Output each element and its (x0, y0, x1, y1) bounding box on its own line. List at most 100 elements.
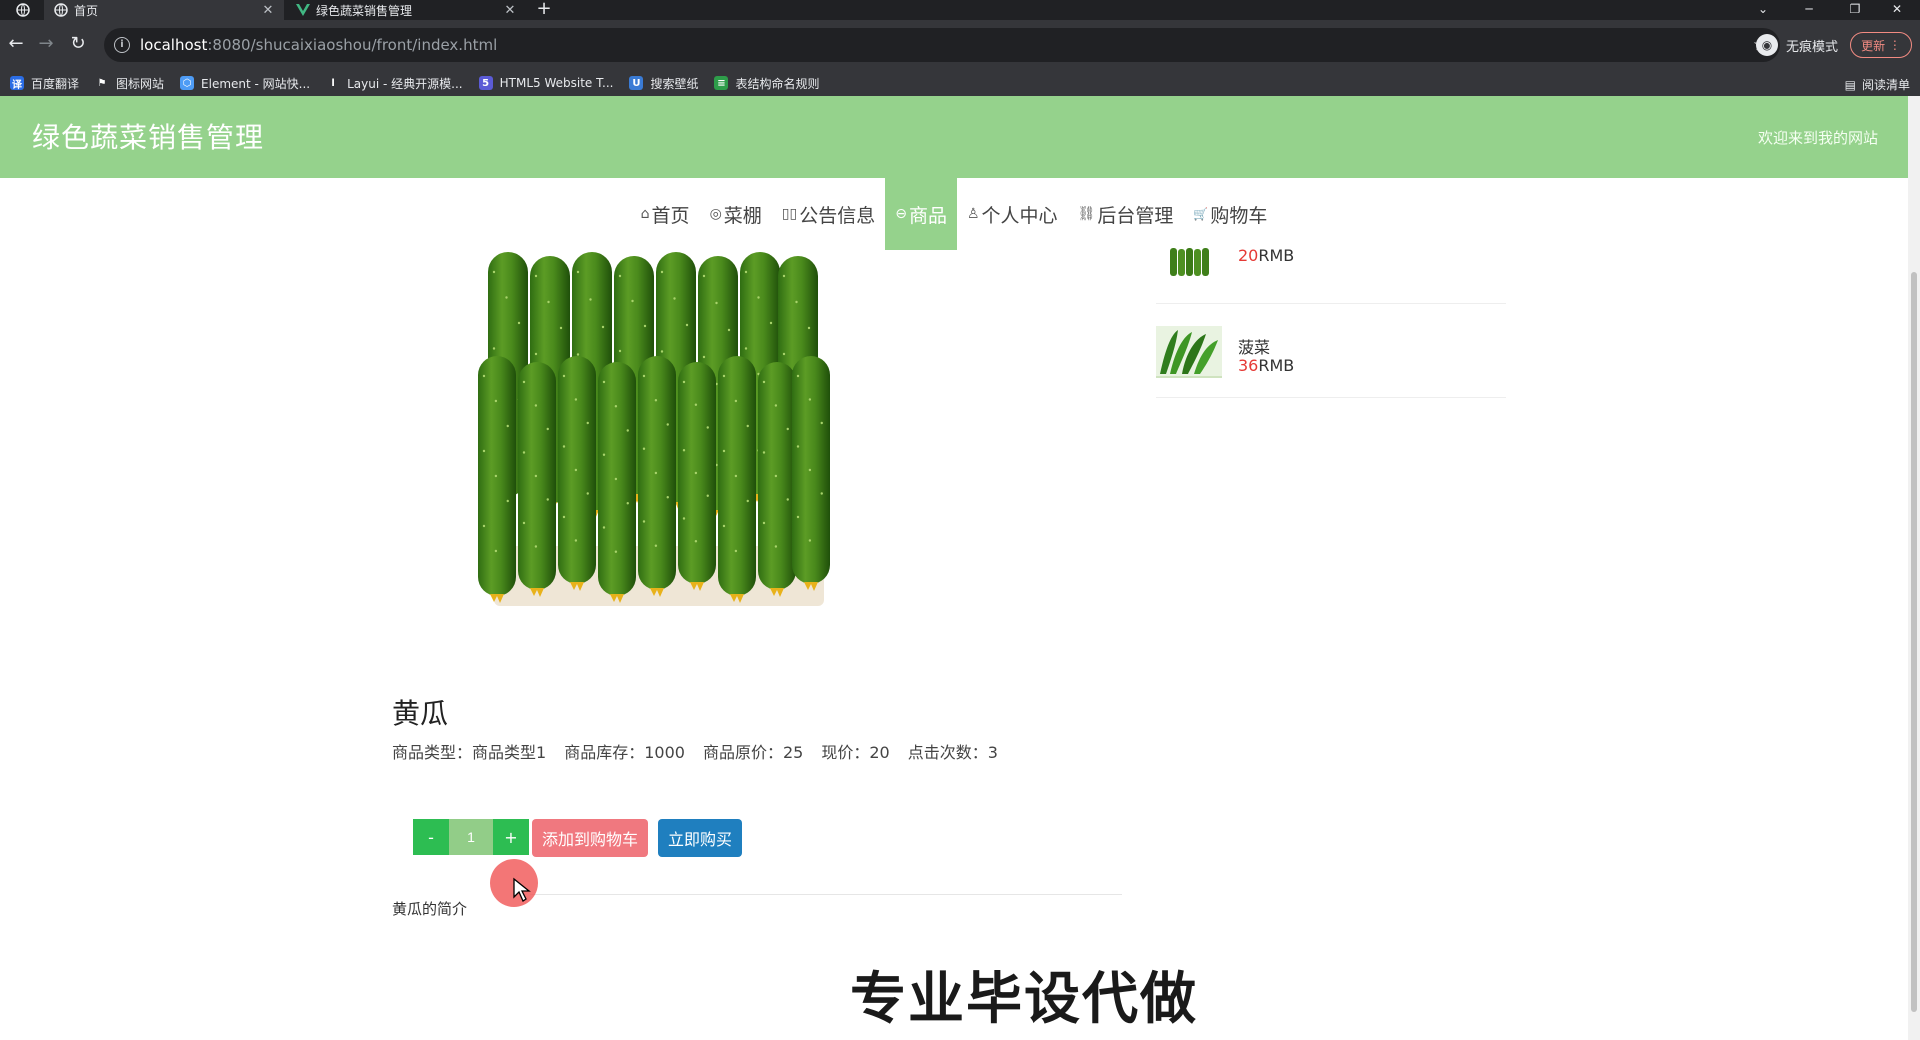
bookmark-wallpaper[interactable]: U 搜索壁纸 (629, 75, 698, 92)
doc-icon: ≡ (714, 76, 729, 90)
profile-label: 无痕模式 (1786, 39, 1839, 55)
bookmark-label: 表结构命名规则 (735, 76, 820, 91)
tab-label: 绿色蔬菜销售管理 (316, 3, 413, 18)
nav-item-label: 公告信息 (799, 204, 876, 227)
type-value: 商品类型1 (472, 743, 547, 762)
notice-icon: ▯▯ (781, 206, 798, 222)
current-price-value: 20 (869, 743, 890, 762)
incognito-icon: ◉ (1756, 34, 1778, 56)
browser-tab-home[interactable]: 首页 ✕ (44, 0, 284, 20)
shed-icon: ◎ (709, 206, 722, 222)
reload-icon[interactable]: ↻ (66, 33, 90, 57)
nav-item-user-center[interactable]: ♙ 个人中心 (957, 178, 1068, 250)
bookmark-element[interactable]: ⬡ Element - 网站快... (180, 75, 310, 92)
bookmark-label: 百度翻译 (31, 76, 80, 91)
globe-icon (16, 3, 30, 17)
goods-icon: ⊖ (895, 206, 907, 222)
site-header: 绿色蔬菜销售管理 欢迎来到我的网站 (0, 96, 1908, 178)
browser-tab-vegetables[interactable]: 绿色蔬菜销售管理 ✕ (286, 0, 526, 20)
decrease-quantity-button[interactable]: - (413, 819, 449, 855)
nav-item-shed[interactable]: ◎ 菜棚 (700, 178, 772, 250)
nav-item-label: 购物车 (1210, 204, 1268, 227)
mouse-cursor-icon (513, 877, 531, 902)
nav-item-label: 首页 (651, 204, 690, 227)
site-title: 绿色蔬菜销售管理 (32, 121, 265, 154)
original-price-label: 商品原价： (702, 743, 783, 762)
bookmarks-bar: 译 百度翻译 ⚑ 图标网站 ⬡ Element - 网站快... l Layui… (0, 70, 1920, 96)
quantity-input[interactable] (449, 819, 493, 855)
window-close-button[interactable]: ✕ (1874, 0, 1920, 20)
nav-item-cart[interactable]: 🛒 购物车 (1183, 178, 1277, 250)
clicks-value: 3 (987, 743, 998, 762)
nav-item-goods[interactable]: ⊖ 商品 (885, 178, 957, 250)
main-nav: ⌂ 首页 ◎ 菜棚 ▯▯ 公告信息 ⊖ 商品 ♙ 个人中心 ⛓ 后台管理 🛒 购… (0, 178, 1908, 250)
bookmark-html5[interactable]: 5 HTML5 Website T... (478, 76, 614, 90)
product-description: 黄瓜的简介 (392, 900, 468, 918)
type-label: 商品类型： (392, 743, 473, 762)
page-scrollbar[interactable] (1908, 96, 1920, 1040)
site-welcome: 欢迎来到我的网站 (1757, 129, 1878, 147)
close-icon[interactable]: ✕ (502, 3, 518, 18)
current-price-label: 现价： (821, 743, 870, 762)
bookmark-icon-site[interactable]: ⚑ 图标网站 (95, 75, 165, 92)
link-icon: ⛓ (1077, 206, 1096, 222)
bookmark-label: HTML5 Website T... (499, 76, 614, 90)
back-icon[interactable]: ← (4, 33, 28, 57)
minimize-button[interactable]: ─ (1786, 0, 1832, 20)
product-thumbnail[interactable] (1156, 326, 1222, 378)
stock-value: 1000 (644, 743, 685, 762)
reading-list-button[interactable]: ▤ 阅读清单 (1845, 76, 1910, 93)
info-icon[interactable]: i (114, 37, 130, 53)
product-thumbnail[interactable] (1168, 246, 1214, 280)
html5-icon: 5 (478, 76, 493, 90)
nav-item-label: 个人中心 (981, 204, 1058, 227)
quantity-stepper: - + (413, 819, 529, 855)
cart-icon: 🛒 (1193, 207, 1209, 221)
reading-list-label: 阅读清单 (1861, 78, 1910, 92)
bookmark-label: Element - 网站快... (201, 76, 311, 91)
nav-item-home[interactable]: ⌂ 首页 (631, 178, 700, 250)
bookmark-layui[interactable]: l Layui - 经典开源模... (326, 75, 462, 92)
product-meta: 商品类型：商品类型1 商品库存：1000 商品原价：25 现价：20 点击次数：3 (392, 739, 1016, 763)
increase-quantity-button[interactable]: + (493, 819, 529, 855)
page-viewport: 绿色蔬菜销售管理 欢迎来到我的网站 20RMB 菠菜 36RMB ⌂ 首页 ◎ … (0, 96, 1920, 1040)
home-icon: ⌂ (640, 206, 650, 222)
nav-item-admin[interactable]: ⛓ 后台管理 (1068, 178, 1184, 250)
clicks-label: 点击次数： (907, 743, 988, 762)
layui-icon: l (331, 77, 335, 89)
bookmark-naming-rules[interactable]: ≡ 表结构命名规则 (714, 75, 819, 92)
user-icon: ♙ (966, 206, 980, 222)
add-to-cart-button[interactable]: 添加到购物车 (532, 819, 648, 857)
incognito-profile[interactable]: ◉ 无痕模式 (1756, 34, 1838, 56)
globe-icon (54, 3, 68, 17)
flag-icon: ⚑ (97, 77, 107, 89)
product-image (474, 246, 830, 626)
element-icon: ⬡ (180, 76, 195, 90)
close-icon[interactable]: ✕ (260, 3, 276, 18)
recommended-list: 20RMB 菠菜 36RMB (1156, 246, 1506, 398)
scrollbar-thumb[interactable] (1911, 272, 1917, 1012)
browser-toolbar: ← → ↻ i localhost:8080/shucaixiaoshou/fr… (0, 20, 1920, 70)
new-tab-button[interactable]: + (532, 0, 556, 20)
bookmark-baidu-translate[interactable]: 译 百度翻译 (10, 75, 79, 92)
update-button[interactable]: 更新 ⋮ (1850, 32, 1912, 58)
reading-list-icon: ▤ (1844, 77, 1856, 92)
translate-icon: 译 (10, 76, 24, 91)
watermark-text: 专业毕设代做 (850, 967, 1198, 1032)
url-text[interactable]: localhost:8080/shucaixiaoshou/front/inde… (140, 36, 497, 54)
nav-item-label: 菜棚 (723, 204, 762, 227)
nav-item-label: 商品 (908, 204, 947, 227)
restore-button[interactable]: ❐ (1832, 0, 1878, 20)
nav-item-notice[interactable]: ▯▯ 公告信息 (772, 178, 885, 250)
buy-now-button[interactable]: 立即购买 (658, 819, 742, 857)
vue-icon (296, 3, 310, 17)
address-bar[interactable]: i localhost:8080/shucaixiaoshou/front/in… (104, 28, 1780, 62)
nav-item-label: 后台管理 (1097, 204, 1174, 227)
tab-search-icon[interactable]: ⌄ (1740, 0, 1786, 20)
divider (530, 894, 1122, 895)
list-item[interactable]: 菠菜 36RMB (1156, 304, 1506, 398)
list-item[interactable]: 20RMB (1156, 246, 1506, 304)
original-price-value: 25 (782, 743, 804, 762)
tab-label: 首页 (74, 3, 99, 18)
forward-icon[interactable]: → (34, 33, 58, 57)
